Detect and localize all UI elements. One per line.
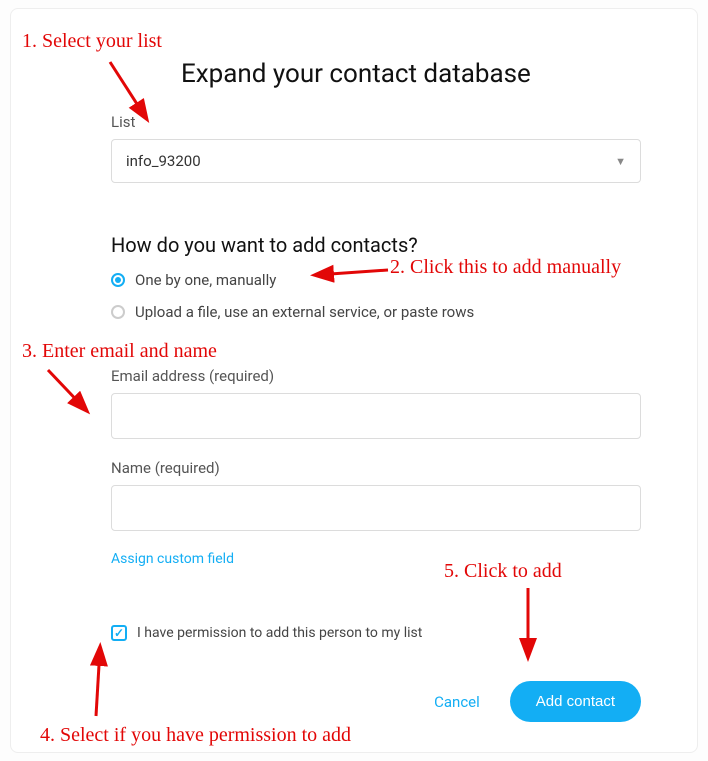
radio-upload[interactable]: Upload a file, use an external service, … <box>111 303 641 321</box>
list-selected-value: info_93200 <box>126 152 201 170</box>
radio-manual[interactable]: One by one, manually <box>111 271 641 289</box>
name-field[interactable] <box>111 485 641 531</box>
radio-icon <box>111 273 125 287</box>
email-field[interactable] <box>111 393 641 439</box>
radio-manual-label: One by one, manually <box>135 271 276 289</box>
name-label: Name (required) <box>111 459 641 477</box>
page-title: Expand your contact database <box>181 59 531 89</box>
permission-label: I have permission to add this person to … <box>137 625 422 641</box>
list-section: List info_93200 ▼ <box>111 113 641 183</box>
modal-card: Expand your contact database List info_9… <box>10 8 698 753</box>
email-label: Email address (required) <box>111 367 641 385</box>
email-block: Email address (required) <box>111 367 641 439</box>
add-method-title: How do you want to add contacts? <box>111 233 641 257</box>
permission-row: I have permission to add this person to … <box>111 625 641 641</box>
assign-custom-field-link[interactable]: Assign custom field <box>111 551 641 567</box>
radio-upload-label: Upload a file, use an external service, … <box>135 303 474 321</box>
radio-icon <box>111 305 125 319</box>
cancel-button[interactable]: Cancel <box>434 693 480 711</box>
actions-row: Cancel Add contact <box>111 681 641 722</box>
contact-form: Email address (required) Name (required)… <box>111 367 641 567</box>
chevron-down-icon: ▼ <box>615 155 626 168</box>
list-label: List <box>111 113 641 131</box>
name-block: Name (required) <box>111 459 641 531</box>
add-contact-button[interactable]: Add contact <box>510 681 641 722</box>
add-method-section: How do you want to add contacts? One by … <box>111 233 641 335</box>
list-select[interactable]: info_93200 ▼ <box>111 139 641 183</box>
permission-checkbox[interactable] <box>111 625 127 641</box>
